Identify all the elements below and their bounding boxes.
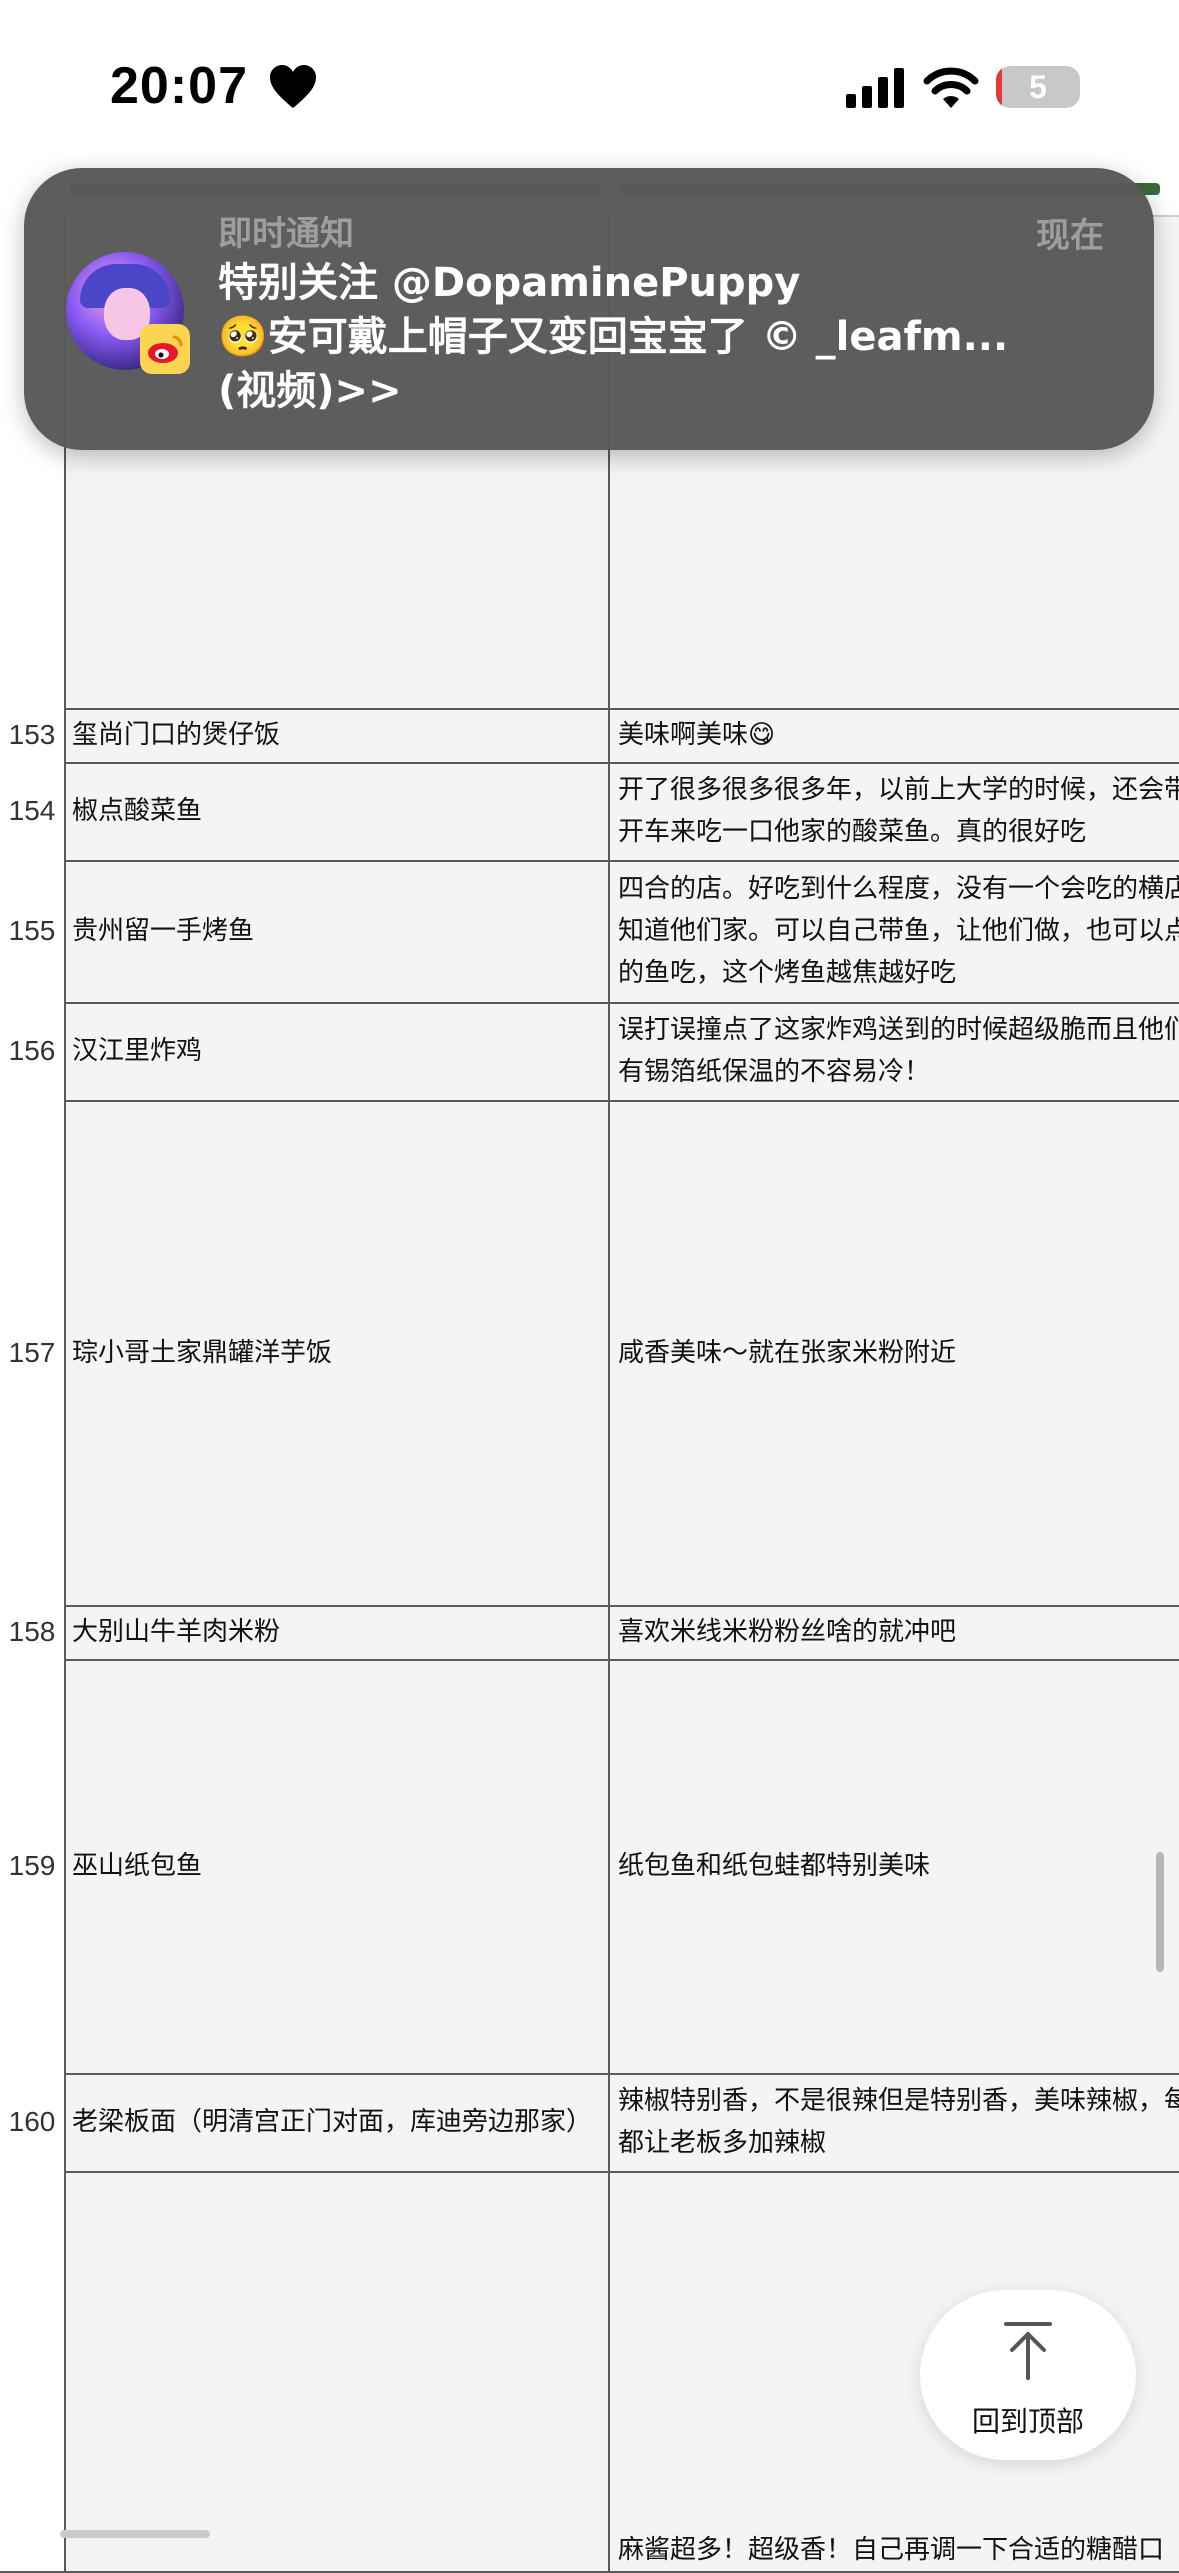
review-line: 的鱼吃，这个烤鱼越焦越好吃 (618, 958, 957, 988)
battery-level: 5 (1029, 69, 1047, 105)
cell-name[interactable]: 老梁板面（明清宫正门对面，库迪旁边那家） (66, 2073, 610, 2171)
cell-review-text: 麻酱超多！超级香！自己再调一下合适的糖醋口 (618, 2529, 1164, 2571)
review-line: 纸包鱼和纸包蛙都特别美味 (618, 1851, 931, 1881)
scrollbar[interactable] (1156, 1852, 1164, 1972)
cell-name[interactable]: 贵州留一手烤鱼 (66, 860, 610, 1002)
review-line: 咸香美味～就在张家米粉附近 (618, 1337, 957, 1368)
review-line: 开了很多很多很多年，以前上大学的时候，还会带 (618, 775, 1179, 805)
wifi-icon (923, 67, 979, 108)
cell-review[interactable]: 开了很多很多很多年，以前上大学的时候，还会带 开车来吃一口他家的酸菜鱼。真的很好吃 (612, 762, 1179, 860)
cell-name[interactable]: 巫山纸包鱼 (66, 1659, 610, 2073)
cell-review[interactable]: 辣椒特别香，不是很辣但是特别香，美味辣椒，每 都让老板多加辣椒 (612, 2073, 1179, 2171)
cell-name[interactable]: 玺尚门口的煲仔饭 (66, 708, 610, 762)
table-row[interactable]: 159 巫山纸包鱼 纸包鱼和纸包蛙都特别美味 (0, 1659, 1179, 2075)
home-indicator (60, 2530, 210, 2538)
table-row[interactable]: 155 贵州留一手烤鱼 四合的店。好吃到什么程度，没有一个会吃的横店 知道他们家。可以… (0, 860, 1179, 1004)
row-number: 155 (0, 860, 66, 1002)
cell-name[interactable] (66, 2171, 610, 2571)
row-number: 159 (0, 1659, 66, 2073)
cell-name[interactable]: 汉江里炸鸡 (66, 1002, 610, 1100)
cell-review[interactable]: 美味啊美味😋 (612, 708, 1179, 762)
review-line: 美味啊美味😋 (618, 720, 776, 750)
heart-icon (270, 65, 316, 108)
cell-review-text: 美味啊美味😋 (618, 714, 775, 756)
table-row[interactable]: 157 琮小哥土家鼎罐洋芋饭 咸香美味～就在张家米粉附近 (0, 1100, 1179, 1607)
review-line: 都让老板多加辣椒 (618, 2128, 827, 2158)
row-number: 160 (0, 2073, 66, 2171)
cell-review[interactable]: 咸香美味～就在张家米粉附近 (612, 1100, 1179, 1605)
notification-title: 特别关注 @DopaminePuppy (218, 260, 801, 306)
review-line: 喜欢米线米粉粉丝啥的就冲吧 (618, 1617, 957, 1647)
row-number (0, 2171, 66, 2571)
spreadsheet[interactable]: 153 玺尚门口的煲仔饭 美味啊美味😋 154 椒点酸菜鱼 开了很多很多很多年，以前上大学… (0, 165, 1179, 2573)
review-line: 辣椒特别香，不是很辣但是特别香，美味辣椒，每 (618, 2086, 1179, 2116)
review-line: 开车来吃一口他家的酸菜鱼。真的很好吃 (618, 817, 1087, 847)
review-line: 四合的店。好吃到什么程度，没有一个会吃的横店 (618, 874, 1179, 904)
row-number: 157 (0, 1100, 66, 1605)
table-row[interactable]: 156 汉江里炸鸡 误打误撞点了这家炸鸡送到的时候超级脆而且他们 有锡箔纸保温的不容易… (0, 1002, 1179, 1102)
cell-name[interactable]: 椒点酸菜鱼 (66, 762, 610, 860)
notification-body-link: (视频)>> (218, 368, 402, 414)
table-row[interactable]: 160 老梁板面（明清宫正门对面，库迪旁边那家） 辣椒特别香，不是很辣但是特别香，美… (0, 2073, 1179, 2173)
row-number: 156 (0, 1002, 66, 1100)
back-to-top-label: 回到顶部 (971, 2405, 1084, 2438)
cell-review-text: 喜欢米线米粉粉丝啥的就冲吧 (618, 1611, 956, 1653)
arrow-up-icon (1004, 2322, 1052, 2380)
cell-name[interactable]: 琮小哥土家鼎罐洋芋饭 (66, 1100, 610, 1605)
row-number: 158 (0, 1605, 66, 1659)
notification-body: 🥺安可戴上帽子又变回宝宝了 © _leafm... (218, 314, 1009, 360)
battery-icon: 5 (996, 66, 1080, 108)
cell-name[interactable]: 大别山牛羊肉米粉 (66, 1605, 610, 1659)
cell-review[interactable]: 误打误撞点了这家炸鸡送到的时候超级脆而且他们 有锡箔纸保温的不容易冷！ (612, 1002, 1179, 1100)
cell-review[interactable]: 四合的店。好吃到什么程度，没有一个会吃的横店 知道他们家。可以自己带鱼，让他们做，… (612, 860, 1179, 1002)
table-row[interactable]: 153 玺尚门口的煲仔饭 美味啊美味😋 (0, 708, 1179, 764)
clock: 20:07 (110, 57, 248, 115)
cell-review-text: 咸香美味～就在张家米粉附近 (618, 1332, 956, 1374)
cell-review-text: 四合的店。好吃到什么程度，没有一个会吃的横店 知道他们家。可以自己带鱼，让他们做，… (618, 868, 1179, 994)
review-line: 麻酱超多！超级香！自己再调一下合适的糖醋口 (618, 2535, 1165, 2565)
notification-banner[interactable]: 即时通知 现在 特别关注 @DopaminePuppy 🥺安可戴上帽子又变回宝宝… (24, 168, 1154, 450)
row-number: 154 (0, 762, 66, 860)
cellular-signal-icon (846, 68, 904, 108)
table-row[interactable]: 154 椒点酸菜鱼 开了很多很多很多年，以前上大学的时候，还会带 开车来吃一口他家的酸… (0, 762, 1179, 862)
cell-review-text: 纸包鱼和纸包蛙都特别美味 (618, 1845, 930, 1887)
battery-cap (1072, 79, 1079, 95)
cell-review-text: 误打误撞点了这家炸鸡送到的时候超级脆而且他们 有锡箔纸保温的不容易冷！ (618, 1009, 1179, 1093)
review-line: 有锡箔纸保温的不容易冷！ (618, 1057, 931, 1087)
notification-time: 现在 (1036, 216, 1104, 256)
back-to-top-button[interactable]: 回到顶部 (920, 2290, 1136, 2460)
status-bar: 20:07 5 (0, 0, 1179, 165)
table-row[interactable]: 158 大别山牛羊肉米粉 喜欢米线米粉粉丝啥的就冲吧 (0, 1605, 1179, 1661)
cell-review[interactable]: 纸包鱼和纸包蛙都特别美味 (612, 1659, 1179, 2073)
cell-review[interactable]: 喜欢米线米粉粉丝啥的就冲吧 (612, 1605, 1179, 1659)
cell-review-text: 辣椒特别香，不是很辣但是特别香，美味辣椒，每 都让老板多加辣椒 (618, 2080, 1179, 2164)
notification-app-name: 即时通知 (218, 214, 354, 254)
review-line: 误打误撞点了这家炸鸡送到的时候超级脆而且他们 (618, 1015, 1179, 1045)
review-line: 知道他们家。可以自己带鱼，让他们做，也可以点 (618, 916, 1179, 946)
cell-review-text: 开了很多很多很多年，以前上大学的时候，还会带 开车来吃一口他家的酸菜鱼。真的很好吃 (618, 769, 1179, 853)
row-number: 153 (0, 708, 66, 762)
weibo-icon (140, 324, 190, 374)
